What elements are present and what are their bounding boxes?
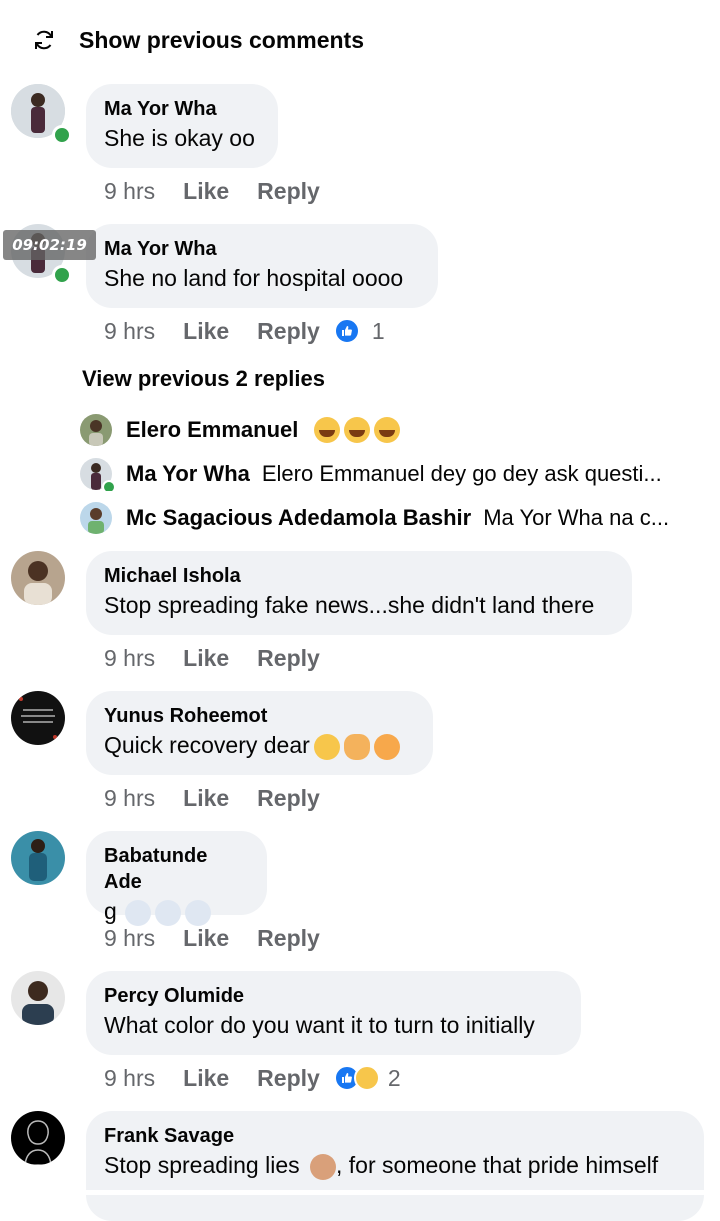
reply-text: Ma Yor Wha na c... [483, 505, 670, 530]
comment-time[interactable]: 9 hrs [104, 645, 155, 672]
laughing-emoji-icon [314, 417, 341, 443]
online-indicator [102, 480, 116, 491]
comment-time[interactable]: 9 hrs [104, 925, 155, 952]
like-button[interactable]: Like [183, 645, 229, 672]
comment-text: Stop spreading fake news...she didn't la… [104, 592, 595, 618]
reaction-count[interactable]: 1 [372, 318, 385, 345]
comment-actions: 9 hrs Like Reply 2 [104, 1063, 401, 1093]
comment-text: She no land for hospital oooo [104, 265, 404, 291]
comment-actions: 9 hrs Like Reply [104, 783, 334, 813]
comment-actions: 9 hrs Like Reply [104, 923, 334, 953]
bottom-edge [0, 1190, 720, 1195]
reply-button[interactable]: Reply [257, 645, 320, 672]
comment-text-line: Quick recovery dear [104, 730, 415, 760]
like-button[interactable]: Like [183, 1065, 229, 1092]
reply-author[interactable]: Elero Emmanuel [126, 417, 298, 443]
avatar[interactable] [80, 458, 116, 491]
like-button[interactable]: Like [183, 178, 229, 205]
comment-author[interactable]: Percy Olumide [104, 983, 563, 1009]
view-previous-replies[interactable]: View previous 2 replies [82, 366, 325, 392]
comment-text: What color do you want it to turn to ini… [104, 1012, 535, 1038]
comment-bubble[interactable]: Babatunde Ade g [86, 831, 267, 926]
comment-time[interactable]: 9 hrs [104, 785, 155, 812]
avatar[interactable] [11, 691, 65, 745]
reaction-count[interactable]: 2 [388, 1065, 401, 1092]
show-previous-comments[interactable]: Show previous comments [30, 22, 364, 58]
like-reaction-icon[interactable] [333, 318, 360, 344]
avatar[interactable] [80, 502, 112, 534]
comment-actions: 9 hrs Like Reply 1 [104, 316, 385, 346]
laughing-emoji-icon [374, 417, 401, 443]
like-button[interactable]: Like [183, 318, 229, 345]
reply-author[interactable]: Ma Yor Wha [126, 461, 250, 487]
comment-bubble[interactable]: Percy Olumide What color do you want it … [86, 971, 581, 1055]
comment-text: She is okay oo [104, 125, 255, 151]
avatar[interactable] [11, 1111, 65, 1165]
comment-bubble[interactable]: Frank Savage Stop spreading lies , for s… [86, 1111, 704, 1221]
reply-item[interactable]: Elero Emmanuel [80, 413, 720, 447]
comment-author[interactable]: Frank Savage [104, 1123, 686, 1149]
comment-bubble[interactable]: Ma Yor Wha She is okay oo [86, 84, 278, 168]
refresh-icon [30, 26, 58, 54]
comment-text: Quick recovery dear [104, 732, 310, 758]
comment-author[interactable]: Ma Yor Wha [104, 96, 260, 122]
comment-text-line: g [104, 896, 249, 926]
laughing-emoji-icon [344, 417, 371, 443]
reply-button[interactable]: Reply [257, 925, 320, 952]
reply-author[interactable]: Mc Sagacious Adedamola Bashir [126, 505, 471, 531]
avatar[interactable] [11, 971, 65, 1025]
person-facepalm-emoji-icon [310, 1153, 337, 1180]
reply-button[interactable]: Reply [257, 178, 320, 205]
comment-text: g [104, 898, 117, 924]
like-button[interactable]: Like [183, 785, 229, 812]
like-button[interactable]: Like [183, 925, 229, 952]
laughing-emoji-group [310, 417, 401, 443]
online-indicator [52, 125, 72, 145]
comment-time[interactable]: 9 hrs [104, 1065, 155, 1092]
comment-actions: 9 hrs Like Reply [104, 643, 334, 673]
avatar[interactable] [11, 551, 65, 605]
video-timestamp-overlay: 09:02:19 [3, 230, 96, 260]
comment-text-line: Stop spreading lies , for someone that p… [104, 1150, 686, 1180]
comment-author[interactable]: Ma Yor Wha [104, 236, 420, 262]
comment-author[interactable]: Michael Ishola [104, 563, 614, 589]
comment-author[interactable]: Yunus Roheemot [104, 703, 415, 729]
avatar[interactable] [80, 414, 112, 446]
comment-text-continued: , for someone that pride himself [336, 1152, 659, 1178]
comment-actions: 9 hrs Like Reply [104, 176, 334, 206]
reply-item[interactable]: Mc Sagacious Adedamola Bashir Ma Yor Wha… [80, 501, 720, 535]
comment-bubble[interactable]: Michael Ishola Stop spreading fake news.… [86, 551, 632, 635]
haha-reaction-icon[interactable] [353, 1065, 380, 1091]
reply-button[interactable]: Reply [257, 1065, 320, 1092]
comment-text: Stop spreading lies [104, 1152, 300, 1178]
avatar[interactable] [11, 831, 65, 885]
reply-item[interactable]: Ma Yor Wha Elero Emmanuel dey go dey ask… [80, 457, 720, 491]
reply-button[interactable]: Reply [257, 785, 320, 812]
comment-author[interactable]: Babatunde Ade [104, 843, 249, 895]
reply-button[interactable]: Reply [257, 318, 320, 345]
comment-bubble[interactable]: Ma Yor Wha She no land for hospital oooo [86, 224, 438, 308]
show-previous-label: Show previous comments [79, 26, 365, 53]
online-indicator [52, 265, 72, 285]
reply-text: Elero Emmanuel dey go dey ask questi... [261, 461, 662, 486]
comment-bubble[interactable]: Yunus Roheemot Quick recovery dear [86, 691, 433, 775]
heart-face-emoji-icon [373, 733, 400, 760]
kiss-emoji-icon [313, 733, 340, 760]
raised-hands-emoji-icon [343, 733, 370, 760]
comment-time[interactable]: 9 hrs [104, 318, 155, 345]
comment-time[interactable]: 9 hrs [104, 178, 155, 205]
